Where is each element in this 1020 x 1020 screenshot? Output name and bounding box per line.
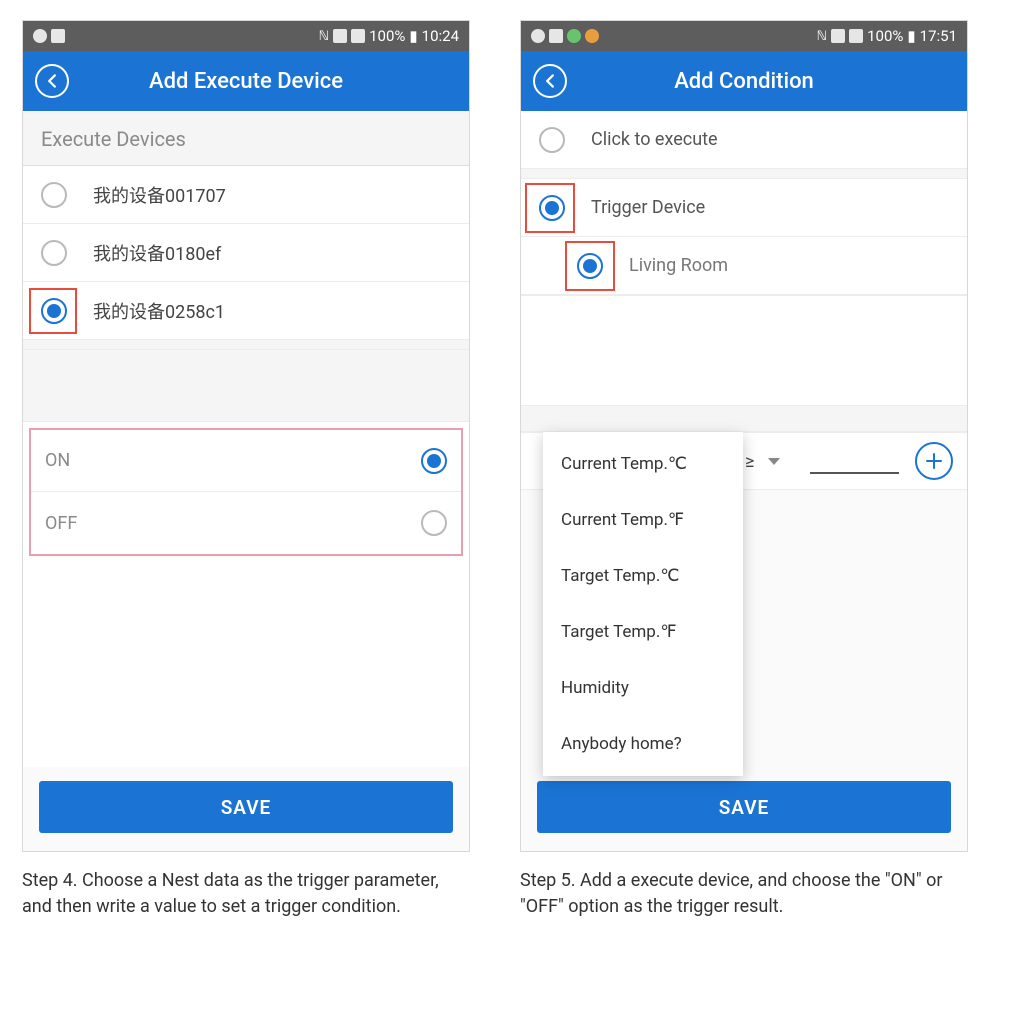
chevron-left-icon [45,74,59,88]
caption-right: Step 5. Add a execute device, and choose… [520,868,968,920]
radio-unchecked[interactable] [41,182,67,208]
nfc-icon: ℕ [319,29,329,44]
spacer [521,296,967,406]
sub-device-row[interactable]: Living Room [521,237,967,295]
status-icon [531,29,545,43]
on-row[interactable]: ON [31,430,461,492]
spacer [23,562,469,767]
divider [23,340,469,350]
divider [521,169,967,179]
radio-unchecked[interactable] [41,240,67,266]
sim-icon [849,29,863,43]
nfc-icon: ℕ [817,29,827,44]
phone-right: ℕ 100% ▮ 17:51 Add Condition Click to ex… [520,20,968,852]
battery-text: 100% [867,27,903,45]
dropdown-item[interactable]: Current Temp.℉ [543,492,743,548]
radio-checked[interactable] [421,448,447,474]
value-input[interactable] [810,448,899,474]
sub-device-label: Living Room [629,255,728,276]
radio-unchecked[interactable] [539,127,565,153]
trigger-device-label: Trigger Device [591,197,705,218]
spacer [23,350,469,422]
parameter-dropdown: Current Temp.℃ Current Temp.℉ Target Tem… [543,432,743,776]
title-bar: Add Condition [521,51,967,111]
save-area: SAVE [23,767,469,851]
dropdown-item[interactable]: Current Temp.℃ [543,436,743,492]
save-button[interactable]: SAVE [39,781,453,833]
radio-checked[interactable] [41,298,67,324]
click-execute-label: Click to execute [591,129,718,150]
clock-text: 10:24 [422,27,459,45]
battery-icon: ▮ [907,27,915,45]
status-icon [51,29,65,43]
status-icon [567,29,581,43]
status-bar: ℕ 100% ▮ 10:24 [23,21,469,51]
status-icon [33,29,47,43]
device-row[interactable]: 我的设备0258c1 [23,282,469,340]
save-area: SAVE [521,767,967,851]
chevron-left-icon [543,74,557,88]
off-label: OFF [45,513,77,534]
battery-text: 100% [369,27,405,45]
back-button[interactable] [35,64,69,98]
divider [521,406,967,432]
caption-left: Step 4. Choose a Nest data as the trigge… [22,868,470,920]
sim-icon [831,29,845,43]
device-label: 我的设备001707 [93,182,226,208]
back-button[interactable] [533,64,567,98]
dropdown-item[interactable]: Humidity [543,660,743,716]
trigger-device-row[interactable]: Trigger Device [521,179,967,237]
chevron-down-icon[interactable] [768,458,780,465]
off-row[interactable]: OFF [31,492,461,554]
section-header: Execute Devices [23,111,469,166]
click-execute-row[interactable]: Click to execute [521,111,967,169]
add-button[interactable] [915,442,953,480]
page-title: Add Condition [521,69,967,94]
radio-checked[interactable] [539,195,565,221]
dropdown-item[interactable]: Target Temp.℉ [543,604,743,660]
dropdown-item[interactable]: Target Temp.℃ [543,548,743,604]
battery-icon: ▮ [409,27,417,45]
sim-icon [351,29,365,43]
device-label: 我的设备0180ef [93,240,221,266]
radio-checked[interactable] [577,253,603,279]
phone-left: ℕ 100% ▮ 10:24 Add Execute Device Execut… [22,20,470,852]
radio-unchecked[interactable] [421,510,447,536]
plus-icon [924,451,944,471]
device-row[interactable]: 我的设备0180ef [23,224,469,282]
sim-icon [333,29,347,43]
on-label: ON [45,450,70,471]
compare-symbol[interactable]: ≥ [745,451,754,472]
status-icon [585,29,599,43]
status-bar: ℕ 100% ▮ 17:51 [521,21,967,51]
onoff-group: ON OFF [23,422,469,562]
dropdown-item[interactable]: Anybody home? [543,716,743,772]
clock-text: 17:51 [920,27,957,45]
status-icon [549,29,563,43]
title-bar: Add Execute Device [23,51,469,111]
overlay-zone: ≥ Current Temp.℃ Current Temp.℉ Target T… [521,432,967,851]
device-label: 我的设备0258c1 [93,298,225,324]
device-row[interactable]: 我的设备001707 [23,166,469,224]
save-button[interactable]: SAVE [537,781,951,833]
page-title: Add Execute Device [23,69,469,94]
